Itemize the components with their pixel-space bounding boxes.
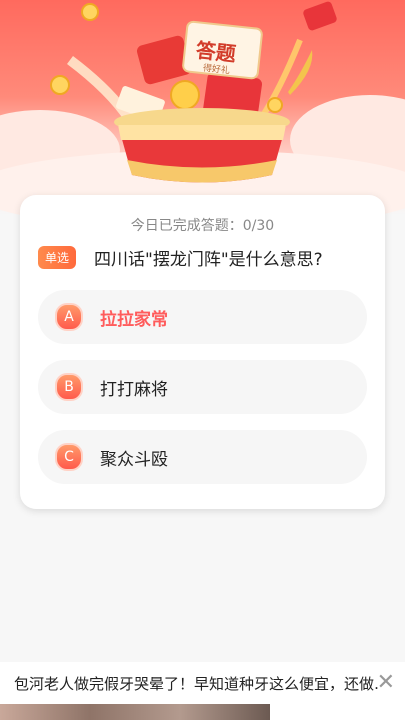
close-icon[interactable]: ✕ xyxy=(377,670,395,695)
single-choice-badge: 单选 xyxy=(38,246,77,269)
option-c-text: 聚众斗殴 xyxy=(100,449,168,470)
option-a[interactable]: A 拉拉家常 xyxy=(38,290,367,344)
ad-text[interactable]: 包河老人做完假牙哭晕了！早知道种牙这么便宜，还做… xyxy=(14,673,380,694)
ad-image-blank xyxy=(270,704,405,720)
option-c[interactable]: C 聚众斗殴 xyxy=(38,430,367,484)
progress-text: 今日已完成答题：0/30 xyxy=(130,218,275,234)
question-text: 四川话"摆龙门阵"是什么意思? xyxy=(94,250,323,270)
option-c-letter: C xyxy=(55,443,83,471)
option-b-text: 打打麻将 xyxy=(100,379,168,400)
ad-banner[interactable]: 包河老人做完假牙哭晕了！早知道种牙这么便宜，还做… ✕ xyxy=(0,662,405,704)
ad-image[interactable] xyxy=(0,704,270,720)
hero-sign-subtitle: 得好礼 xyxy=(202,63,231,77)
option-b-letter: B xyxy=(55,373,83,401)
quiz-card: 今日已完成答题：0/30 单选 四川话"摆龙门阵"是什么意思? A 拉拉家常 B… xyxy=(20,195,385,509)
question-row: 单选 四川话"摆龙门阵"是什么意思? xyxy=(38,245,375,270)
hero-banner: 答题 得好礼 xyxy=(0,0,405,215)
option-a-text: 拉拉家常 xyxy=(100,309,168,330)
option-b[interactable]: B 打打麻将 xyxy=(38,360,367,414)
option-a-letter: A xyxy=(55,303,83,331)
gift-basket-illustration xyxy=(0,1,405,215)
